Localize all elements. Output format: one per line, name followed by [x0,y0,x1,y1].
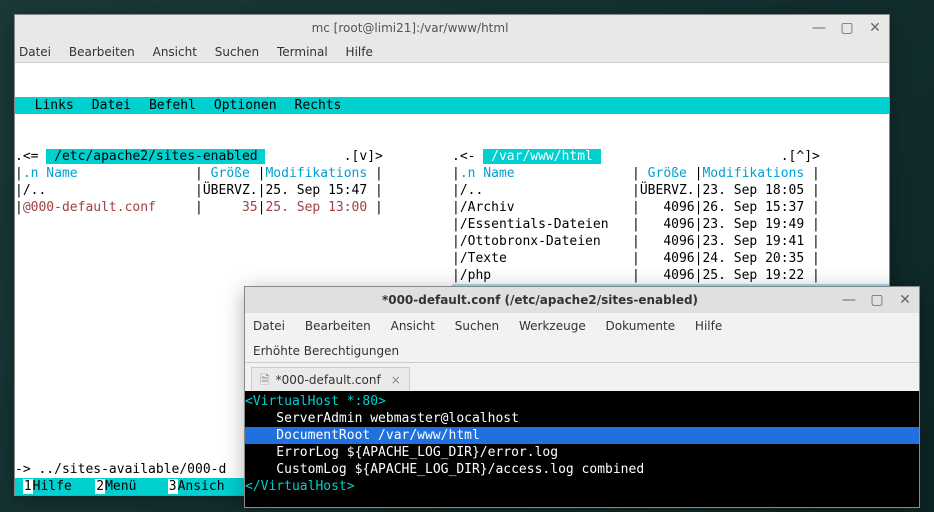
menu-bearbeiten[interactable]: Bearbeiten [69,45,135,59]
ed-menu-hilfe[interactable]: Hilfe [695,319,722,333]
mc-app-menubar[interactable]: Links Datei Befehl Optionen Rechts [15,97,889,114]
ed-menu-suchen[interactable]: Suchen [455,319,499,333]
editor-window: *000-default.conf (/etc/apache2/sites-en… [244,286,920,508]
maximize-button[interactable]: ▢ [863,287,891,313]
editor-menubar[interactable]: Datei Bearbeiten Ansicht Suchen Werkzeug… [245,313,919,339]
mc-menu-befehl[interactable]: Befehl [149,98,196,113]
editor-tab[interactable]: 🗎 *000-default.conf × [251,367,410,391]
mc-titlebar[interactable]: mc [root@limi21]:/var/www/html — ▢ ✕ [15,15,889,41]
editor-body[interactable]: <VirtualHost *:80> ServerAdmin webmaster… [245,391,919,507]
minimize-button[interactable]: — [805,15,833,41]
menu-datei[interactable]: Datei [19,45,51,59]
ed-menu-datei[interactable]: Datei [253,319,285,333]
file-row[interactable]: |/Essentials-Dateien | 4096|23. Sep 19:4… [452,216,889,233]
ed-menu-dokumente[interactable]: Dokumente [606,319,676,333]
ed-menu-bearbeiten[interactable]: Bearbeiten [305,319,371,333]
file-row[interactable]: |/Ottobronx-Dateien | 4096|23. Sep 19:41… [452,233,889,250]
editor-tabs: 🗎 *000-default.conf × [245,363,919,391]
close-button[interactable]: ✕ [861,15,889,41]
file-row[interactable]: |/.. |ÜBERVZ.|23. Sep 18:05 | [452,182,889,199]
file-row[interactable]: |/Texte | 4096|24. Sep 20:35 | [452,250,889,267]
menu-ansicht[interactable]: Ansicht [153,45,197,59]
close-button[interactable]: ✕ [891,287,919,313]
editor-info-line: Erhöhte Berechtigungen [245,339,919,363]
mc-menu-optionen[interactable]: Optionen [214,98,277,113]
mc-system-menubar[interactable]: Datei Bearbeiten Ansicht Suchen Terminal… [15,41,889,63]
menu-hilfe[interactable]: Hilfe [346,45,373,59]
editor-window-title: *000-default.conf (/etc/apache2/sites-en… [245,287,835,313]
mc-menu-rechts[interactable]: Rechts [295,98,342,113]
ed-menu-ansicht[interactable]: Ansicht [391,319,435,333]
mc-window-title: mc [root@limi21]:/var/www/html [15,15,805,41]
ed-menu-werkzeuge[interactable]: Werkzeuge [519,319,586,333]
file-row[interactable]: |/php | 4096|25. Sep 19:22 | [452,267,889,284]
file-row[interactable]: |@000-default.conf | 35|25. Sep 13:00 | [15,199,452,216]
editor-tab-label: *000-default.conf [276,368,381,392]
editor-titlebar[interactable]: *000-default.conf (/etc/apache2/sites-en… [245,287,919,313]
mc-menu-links[interactable]: Links [35,98,74,113]
file-row[interactable]: |/.. |ÜBERVZ.|25. Sep 15:47 | [15,182,452,199]
menu-terminal[interactable]: Terminal [277,45,328,59]
file-row[interactable]: |/Archiv | 4096|26. Sep 15:37 | [452,199,889,216]
document-icon: 🗎 [260,368,270,392]
minimize-button[interactable]: — [835,287,863,313]
maximize-button[interactable]: ▢ [833,15,861,41]
mc-menu-datei[interactable]: Datei [92,98,131,113]
close-icon[interactable]: × [391,368,401,392]
menu-suchen[interactable]: Suchen [215,45,259,59]
